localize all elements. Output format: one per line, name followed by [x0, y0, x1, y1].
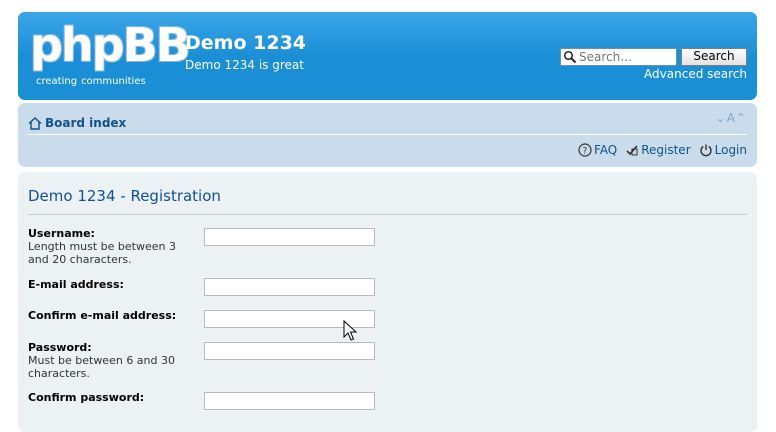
navbar-divider [28, 134, 747, 135]
confirm-password-label: Confirm password: [28, 391, 145, 404]
page-title: Demo 1234 - Registration [28, 187, 221, 205]
board-index-link[interactable]: Board index [28, 116, 126, 130]
font-size-control[interactable]: ⌄A⌃ [716, 111, 747, 125]
logo-tag-creating: creating [36, 76, 78, 87]
search-input[interactable] [579, 50, 675, 64]
title-divider [28, 214, 747, 215]
site-description: Demo 1234 is great [185, 58, 304, 72]
logo-word: phpBB [30, 18, 191, 72]
user-links: ? FAQ Register Login [578, 143, 747, 157]
search-button[interactable]: Search [681, 48, 747, 66]
faq-icon: ? [578, 143, 592, 157]
navbar: Board index ⌄A⌃ ? FAQ Register Login [18, 103, 757, 167]
mouse-pointer-icon [343, 320, 357, 341]
username-field[interactable] [204, 228, 375, 246]
confirm-password-field[interactable] [204, 392, 375, 410]
register-icon [626, 145, 638, 156]
username-label: Username: [28, 227, 95, 240]
search-icon [563, 50, 577, 64]
login-label: Login [714, 143, 747, 157]
register-link[interactable]: Register [625, 143, 691, 157]
logo-tag-communities: communities [81, 76, 146, 87]
username-help: Length must be between 3 and 20 characte… [28, 240, 176, 266]
email-field[interactable] [204, 278, 375, 296]
registration-panel: Demo 1234 - Registration Username: Lengt… [18, 172, 757, 432]
site-header: phpBB creating communities Demo 1234 Demo… [18, 12, 757, 100]
login-icon [699, 144, 712, 157]
confirm-email-label: Confirm e-mail address: [28, 309, 177, 322]
board-index-label: Board index [45, 116, 127, 130]
login-link[interactable]: Login [699, 143, 747, 157]
site-title[interactable]: Demo 1234 [185, 32, 306, 54]
register-label: Register [641, 143, 691, 157]
email-label: E-mail address: [28, 278, 124, 291]
logo-tagline: creating communities [36, 76, 150, 87]
svg-text:?: ? [583, 147, 588, 157]
phpbb-logo[interactable]: phpBB creating communities [30, 18, 191, 90]
advanced-search-link[interactable]: Advanced search [644, 67, 747, 81]
faq-link[interactable]: ? FAQ [578, 143, 617, 157]
search-box[interactable] [560, 48, 677, 66]
password-label: Password: [28, 341, 92, 354]
home-icon [28, 116, 42, 130]
faq-label: FAQ [593, 143, 618, 157]
password-field[interactable] [204, 342, 375, 360]
password-help: Must be between 6 and 30 characters. [28, 354, 175, 380]
